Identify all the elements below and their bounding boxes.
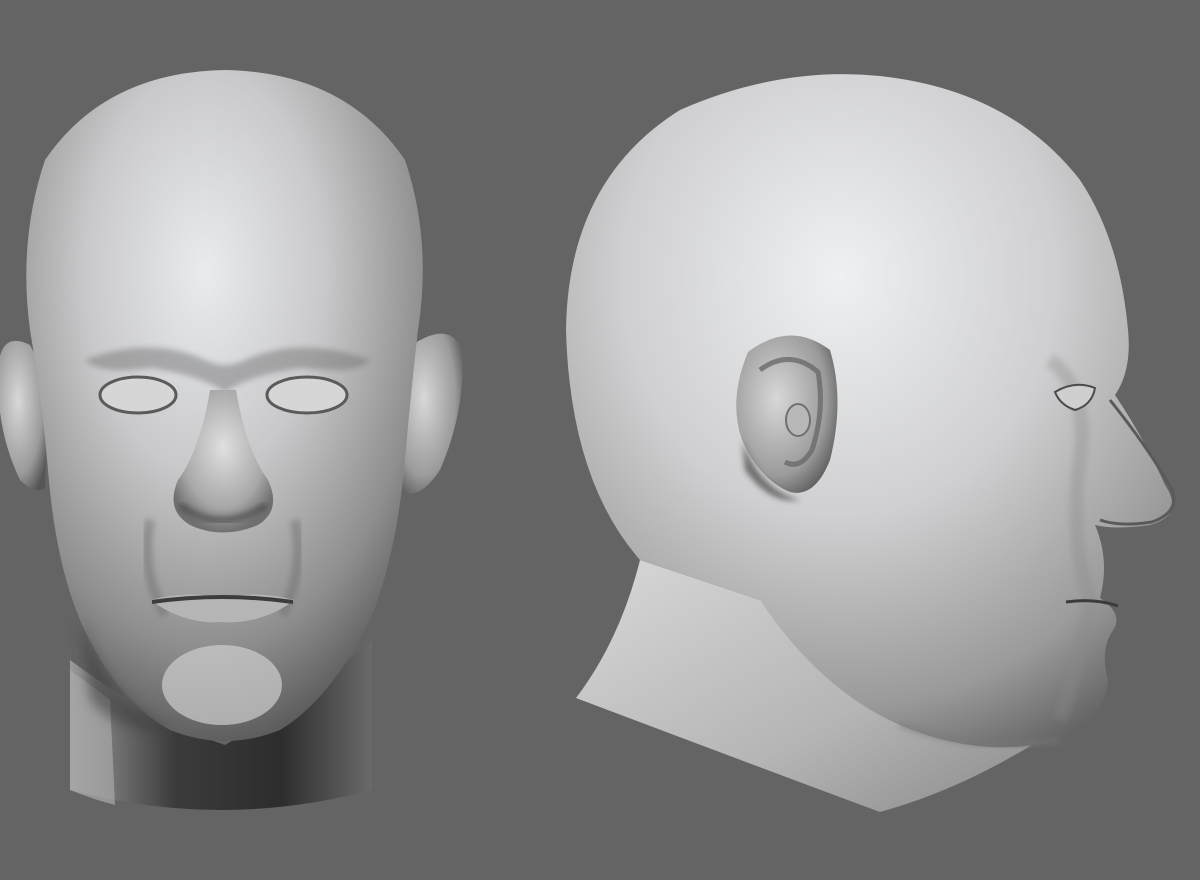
- front-head-model[interactable]: [0, 70, 463, 810]
- front-left-eye: [98, 375, 178, 415]
- front-right-eye: [265, 375, 349, 415]
- sculpt-scene: [0, 70, 1176, 812]
- side-head-model[interactable]: [566, 74, 1176, 812]
- front-chin: [162, 645, 282, 725]
- sculpt-viewport[interactable]: [0, 0, 1200, 880]
